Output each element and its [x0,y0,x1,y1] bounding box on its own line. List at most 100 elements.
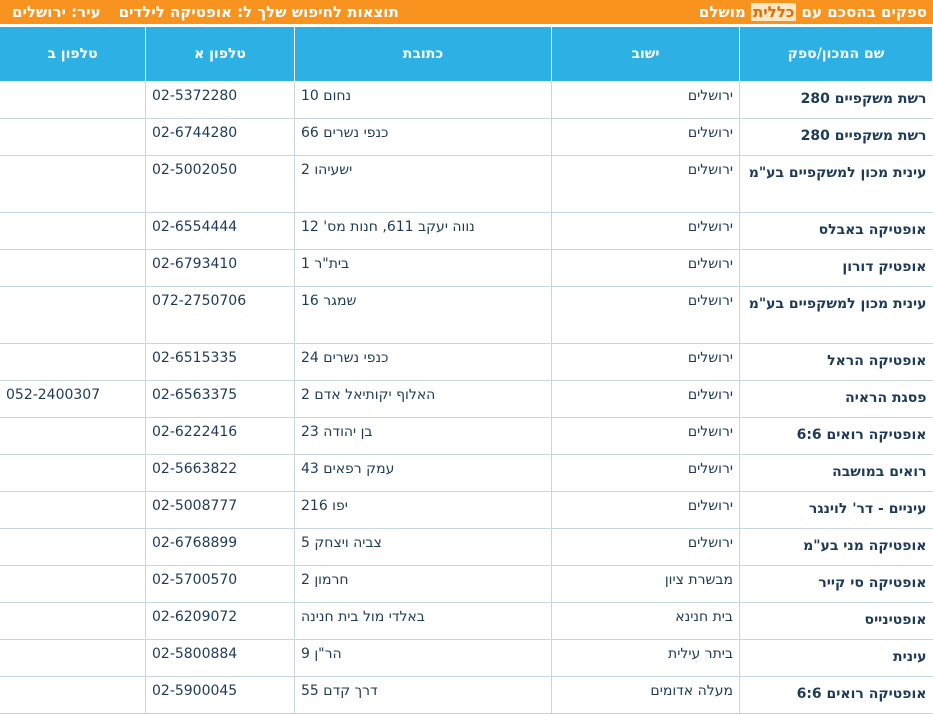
provider-name-cell[interactable]: אופטיקה באבלס [739,212,933,250]
column-header-name[interactable]: שם המכון/ספק [739,26,933,82]
provider-name-cell[interactable]: אופטיק דורון [739,249,933,287]
phone-b-cell [0,676,146,714]
table-row[interactable]: אופטיקה רואים 6:6 ירושלים בן יהודה 23 02-62… [0,417,933,455]
table-row[interactable]: פסגת הראיה ירושלים האלוף יקותיאל אדם 2 02-6… [0,380,933,418]
column-header-city[interactable]: ישוב [551,26,740,82]
provider-name-cell[interactable]: רשת משקפיים 280 [739,118,933,156]
title-suffix: מושלם [698,3,752,21]
address-cell: בן יהודה 23 [294,417,552,455]
phone-a-cell: 02-6563375 [145,380,295,418]
results-header-bar: ספקים בהסכם עם כללית מושלם תוצאות לחיפוש… [0,0,933,24]
table-row[interactable]: רשת משקפיים 280 ירושלים נחום 10 02-5372280 [0,81,933,119]
city-cell: ירושלים [551,491,740,529]
provider-name-cell[interactable]: רשת משקפיים 280 [739,81,933,119]
phone-a-cell: 02-5800884 [145,639,295,677]
provider-name-cell[interactable]: עיניים - דר' לוינגר [739,491,933,529]
address-cell: נחום 10 [294,81,552,119]
city-cell: ביתר עילית [551,639,740,677]
phone-a-cell: 02-6209072 [145,602,295,640]
address-cell: יפו 216 [294,491,552,529]
phone-a-cell: 02-6793410 [145,249,295,287]
provider-name-cell[interactable]: עינית מכון למשקפיים בע"מ [739,286,933,344]
page-title: ספקים בהסכם עם כללית מושלם [699,3,927,21]
phone-a-cell: 02-5900045 [145,676,295,714]
provider-name-cell[interactable]: אופטיקה רואים 6:6 [739,676,933,714]
column-header-phone-b[interactable]: טלפון ב [0,26,146,82]
address-cell: בית"ר 1 [294,249,552,287]
table-row[interactable]: רשת משקפיים 280 ירושלים כנפי נשרים 66 02-67… [0,118,933,156]
address-cell: באלדי מול בית חנינה [294,602,552,640]
phone-a-cell: 02-6515335 [145,343,295,381]
city-cell: ירושלים [551,343,740,381]
table-row[interactable]: אופטיקה סי קייר מבשרת ציון חרמון 2 02-57005… [0,565,933,603]
table-row[interactable]: עינית מכון למשקפיים בע"מ ירושלים שמגר 16 07… [0,286,933,344]
search-summary: תוצאות לחיפוש שלך ל: אופטיקה לילדים עיר: … [12,3,399,21]
address-cell: כנפי נשרים 66 [294,118,552,156]
address-cell: נווה יעקב 611, חנות מס' 12 [294,212,552,250]
phone-b-cell [0,286,146,344]
city-cell: ירושלים [551,417,740,455]
city-cell: ירושלים [551,528,740,566]
phone-b-cell: 052-2400307 [0,380,146,418]
phone-a-cell: 02-6744280 [145,118,295,156]
phone-a-cell: 02-6768899 [145,528,295,566]
phone-b-cell [0,528,146,566]
address-cell: עמק רפאים 43 [294,454,552,492]
table-row[interactable]: עינית מכון למשקפיים בע"מ ירושלים ישעיהו 20… [0,155,933,213]
address-cell: האלוף יקותיאל אדם 2 [294,380,552,418]
city-filter-label: עיר: ירושלים [12,3,101,21]
phone-a-cell: 072-2750706 [145,286,295,344]
phone-a-cell: 02-6222416 [145,417,295,455]
provider-name-cell[interactable]: עינית מכון למשקפיים בע"מ [739,155,933,213]
phone-b-cell [0,639,146,677]
provider-name-cell[interactable]: אופטיקה מני בע"מ [739,528,933,566]
city-cell: ירושלים [551,454,740,492]
address-cell: דרך קדם 55 [294,676,552,714]
address-cell: כנפי נשרים 24 [294,343,552,381]
provider-name-cell[interactable]: אופטיקה הראל [739,343,933,381]
phone-a-cell: 02-5700570 [145,565,295,603]
table-header-row: שם המכון/ספק ישוב כתובת טלפון א טלפון ב [0,26,933,82]
phone-b-cell [0,343,146,381]
providers-table: שם המכון/ספק ישוב כתובת טלפון א טלפון ב … [0,26,933,714]
address-cell: ישעיהו 2 [294,155,552,213]
address-cell: שמגר 16 [294,286,552,344]
table-row[interactable]: אופטיקה באבלס ירושלים נווה יעקב 611, חנות … [0,212,933,250]
phone-a-cell: 02-5002050 [145,155,295,213]
provider-name-cell[interactable]: אופטיקה רואים 6:6 [739,417,933,455]
phone-b-cell [0,491,146,529]
city-cell: בית חנינא [551,602,740,640]
phone-b-cell [0,212,146,250]
column-header-address[interactable]: כתובת [294,26,552,82]
city-cell: ירושלים [551,249,740,287]
provider-name-cell[interactable]: אופטינייס [739,602,933,640]
provider-name-cell[interactable]: פסגת הראיה [739,380,933,418]
table-row[interactable]: אופטיקה רואים 6:6 מעלה אדומים דרך קדם 55 02… [0,676,933,714]
phone-b-cell [0,417,146,455]
city-cell: ירושלים [551,155,740,213]
provider-name-cell[interactable]: רואים במושבה [739,454,933,492]
provider-name-cell[interactable]: עינית [739,639,933,677]
provider-name-cell[interactable]: אופטיקה סי קייר [739,565,933,603]
table-row[interactable]: עינית ביתר עילית הר"ן 9 02-5800884 [0,639,933,677]
phone-a-cell: 02-5663822 [145,454,295,492]
table-row[interactable]: אופטיקה מני בע"מ ירושלים צביה ויצחק 5 02-67… [0,528,933,566]
phone-b-cell [0,249,146,287]
table-row[interactable]: אופטינייס בית חנינא באלדי מול בית חנינה 02-… [0,602,933,640]
column-header-phone-a[interactable]: טלפון א [145,26,295,82]
city-cell: ירושלים [551,286,740,344]
phone-b-cell [0,602,146,640]
phone-a-cell: 02-5008777 [145,491,295,529]
table-row[interactable]: רואים במושבה ירושלים עמק רפאים 43 02-566382… [0,454,933,492]
address-cell: צביה ויצחק 5 [294,528,552,566]
city-cell: ירושלים [551,380,740,418]
city-cell: מבשרת ציון [551,565,740,603]
address-cell: חרמון 2 [294,565,552,603]
phone-b-cell [0,118,146,156]
table-row[interactable]: אופטיקה הראל ירושלים כנפי נשרים 24 02-65153… [0,343,933,381]
phone-b-cell [0,454,146,492]
table-row[interactable]: אופטיק דורון ירושלים בית"ר 1 02-6793410 [0,249,933,287]
phone-a-cell: 02-5372280 [145,81,295,119]
city-cell: ירושלים [551,118,740,156]
table-row[interactable]: עיניים - דר' לוינגר ירושלים יפו 216 02-5008… [0,491,933,529]
